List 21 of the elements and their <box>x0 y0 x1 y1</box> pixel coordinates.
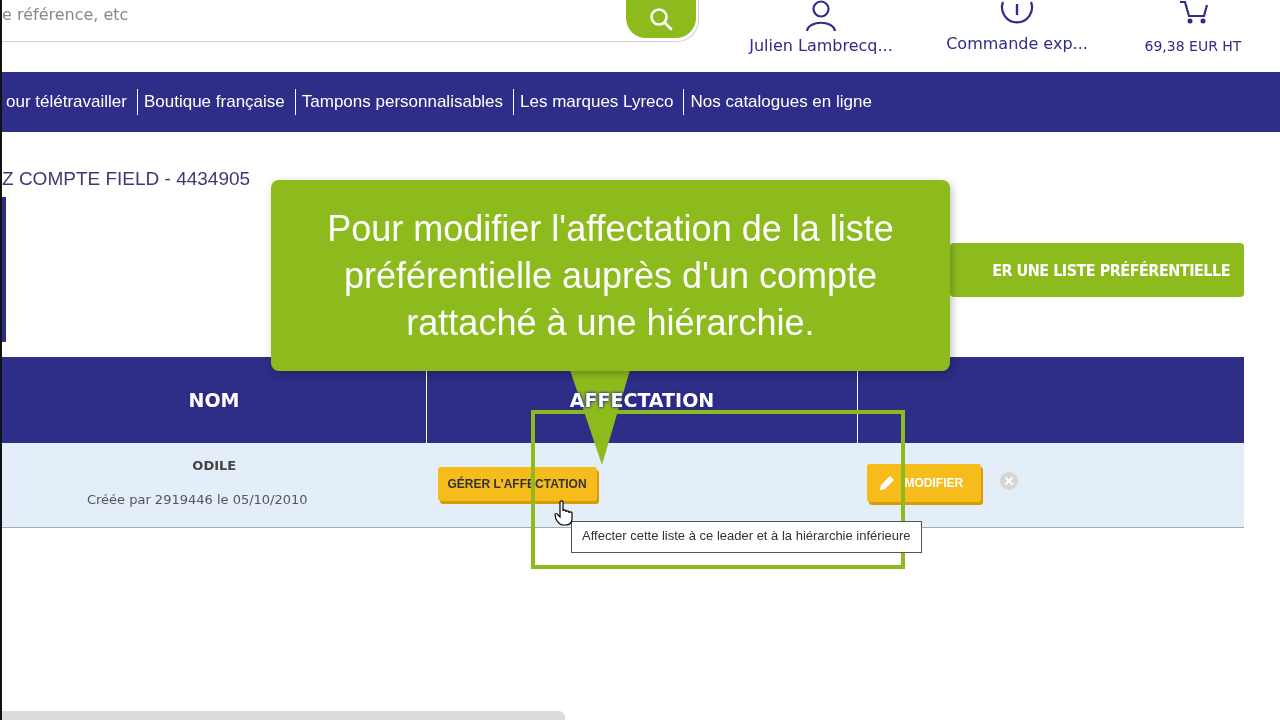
tooltip: Affecter cette liste à ce leader et à la hiérarchie inférieure <box>571 521 922 553</box>
callout-text: Pour modifier l'affectation de la liste préférentielle auprès d'un compte rattaché à une hiérarchie. <box>326 207 895 345</box>
search-field[interactable]: e référence, etc <box>2 0 626 28</box>
manage-assignment-button[interactable]: GÉRER L'AFFECTATION <box>437 467 597 501</box>
nav-link[interactable]: Tampons personnalisables <box>297 92 508 112</box>
user-icon <box>804 0 838 32</box>
nav-link[interactable]: Boutique française <box>139 92 289 112</box>
search-icon <box>648 6 674 32</box>
nav-link[interactable]: our télétravailler <box>2 92 131 112</box>
nav-link[interactable]: Nos catalogues en ligne <box>686 92 876 112</box>
page-title: Z COMPTE FIELD - 4434905 <box>2 168 252 191</box>
account-link[interactable]: Julien Lambrecq... <box>749 36 893 55</box>
order-link[interactable]: Commande exp... <box>946 34 1088 53</box>
nav-link[interactable]: Les marques Lyreco <box>516 92 678 112</box>
created-info: Créée par 2919446 le 05/10/2010 <box>85 492 309 507</box>
search-button[interactable] <box>626 0 696 38</box>
list-name: ODILE <box>192 458 237 473</box>
hand-cursor-icon <box>554 500 574 526</box>
column-header: NOM <box>188 389 240 411</box>
close-icon[interactable] <box>998 471 1019 491</box>
cart-total[interactable]: 69,38 EUR HT <box>1144 38 1242 54</box>
